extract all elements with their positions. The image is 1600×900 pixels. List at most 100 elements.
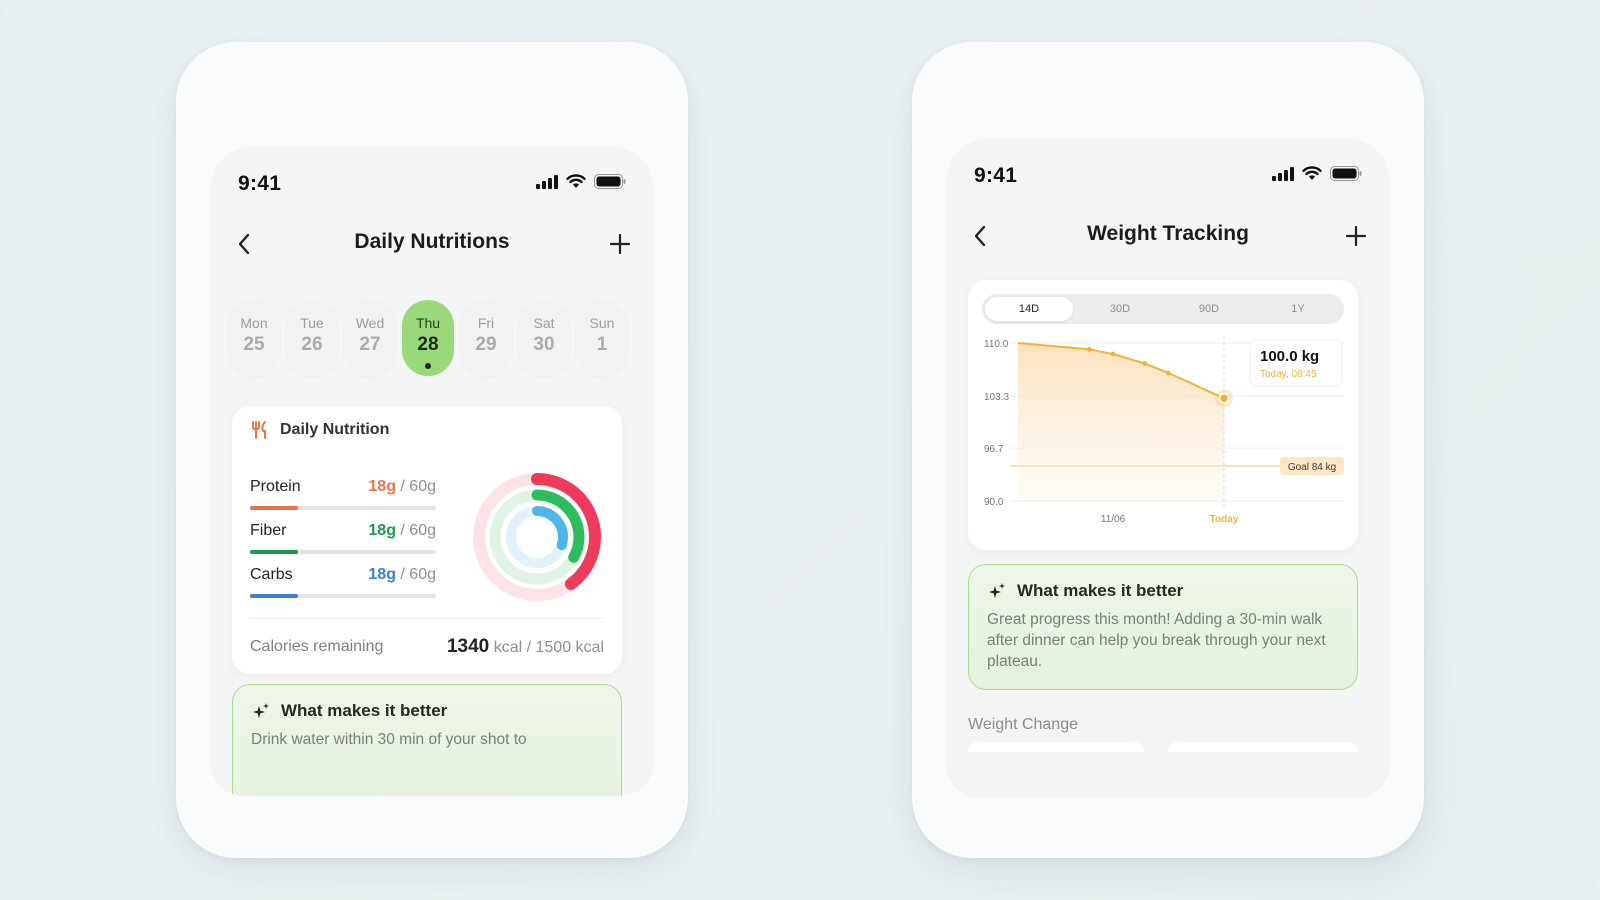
- sparkles-icon: [989, 583, 1005, 598]
- selected-dot: [425, 363, 431, 369]
- day-number: 30: [533, 334, 555, 355]
- current-point[interactable]: [1218, 393, 1230, 404]
- tooltip-time: Today, 08:45: [1260, 369, 1317, 380]
- day-number: 28: [417, 334, 439, 355]
- day-name: Tue: [300, 315, 324, 331]
- macro-goal: / 60g: [395, 522, 436, 539]
- day-name: Thu: [415, 315, 441, 331]
- data-point[interactable]: [1142, 361, 1148, 366]
- wifi-icon: [1302, 166, 1322, 180]
- day-pill[interactable]: Fri 29: [460, 300, 512, 376]
- calories-value: 1340 kcal / 1500 kcal: [447, 636, 604, 658]
- battery-icon: [1330, 166, 1362, 181]
- data-point[interactable]: [1086, 346, 1092, 352]
- tip-title: What makes it better: [1017, 581, 1184, 600]
- page-title: Weight Tracking: [1087, 222, 1249, 245]
- day-name: Mon: [240, 315, 268, 331]
- progress-fill: [250, 550, 299, 554]
- day-number: 26: [301, 334, 323, 355]
- calories-total: kcal / 1500 kcal: [489, 639, 604, 656]
- add-button[interactable]: [1340, 220, 1372, 252]
- add-button[interactable]: [604, 228, 636, 260]
- nav-bar: Daily Nutritions: [210, 222, 654, 266]
- status-time: 9:41: [238, 172, 282, 195]
- status-icons: [1272, 166, 1362, 181]
- tooltip-value: 100.0 kg: [1260, 348, 1319, 365]
- screen: 9:41: [946, 138, 1390, 798]
- tip-header: What makes it better: [251, 701, 447, 721]
- day-name: Sun: [589, 315, 615, 331]
- macro-name: Fiber: [250, 522, 287, 539]
- day-name: Sat: [533, 315, 555, 331]
- week-day-selector: Mon 25 Tue 26 Wed 27 Thu 28 Fri 29 Sat 30 Sun 1: [228, 300, 628, 376]
- sparkles-icon: [253, 703, 269, 718]
- x-tick-label: 11/06: [1101, 514, 1126, 525]
- day-pill[interactable]: Sun 1: [576, 300, 628, 376]
- wifi-icon: [566, 174, 586, 188]
- status-time: 9:41: [974, 164, 1018, 187]
- macro-value: 18g / 60g: [368, 478, 436, 496]
- plus-icon: [609, 233, 631, 255]
- weight-chart-card: 14D 30D 90D 1Y 110.0 103.3 96.7 90.0 11/06 To…: [968, 280, 1358, 550]
- y-tick-label: 90.0: [984, 497, 1004, 508]
- nav-bar: Weight Tracking: [946, 214, 1390, 258]
- divider: [250, 618, 604, 619]
- battery-icon: [594, 174, 626, 189]
- status-bar: 9:41: [946, 138, 1390, 208]
- goal-label: Goal 84 kg: [1288, 462, 1336, 473]
- day-pill[interactable]: Wed 27: [344, 300, 396, 376]
- tip-title: What makes it better: [281, 701, 448, 720]
- progress-track: [250, 550, 436, 554]
- weight-line-chart[interactable]: 110.0 103.3 96.7 90.0 11/06 Today 100.0 kg Toda…: [968, 280, 1358, 550]
- y-tick-label: 103.3: [984, 392, 1009, 403]
- x-tick-label: Today: [1210, 514, 1239, 525]
- day-pill[interactable]: Sat 30: [518, 300, 570, 376]
- data-point[interactable]: [1110, 351, 1116, 357]
- card-title: Daily Nutrition: [280, 421, 390, 438]
- phone-daily-nutritions: 9:41 Daily Nutritions Mon 25 Tue 26 Wed …: [176, 42, 688, 858]
- tip-header: What makes it better: [987, 581, 1183, 601]
- card-header: Daily Nutrition: [250, 420, 389, 440]
- screen: 9:41: [210, 146, 654, 796]
- signal-icon: [536, 174, 558, 189]
- macro-value: 18g / 60g: [368, 522, 436, 540]
- macro-amount: 18g: [368, 566, 396, 583]
- y-tick-label: 96.7: [984, 444, 1004, 455]
- fork-knife-icon: [252, 421, 266, 439]
- day-name: Wed: [355, 315, 385, 331]
- daily-nutrition-card[interactable]: Daily Nutrition Protein 18g / 60g Fiber …: [232, 406, 622, 674]
- calories-remaining-number: 1340: [446, 636, 490, 657]
- area-fill: [1018, 343, 1224, 501]
- progress-fill: [250, 506, 299, 510]
- data-point[interactable]: [1166, 370, 1171, 376]
- tip-card[interactable]: What makes it better Great progress this…: [968, 564, 1358, 690]
- day-pill-selected[interactable]: Thu 28: [402, 300, 454, 376]
- plus-icon: [1345, 225, 1367, 247]
- calories-label: Calories remaining: [250, 638, 384, 655]
- progress-track: [250, 594, 436, 598]
- macro-goal: / 60g: [395, 478, 436, 495]
- macro-value: 18g / 60g: [368, 566, 436, 584]
- day-number: 27: [359, 334, 381, 355]
- day-pill[interactable]: Mon 25: [228, 300, 280, 376]
- progress-track: [250, 506, 436, 510]
- phone-weight-tracking: 9:41 Weight Tracking 14D 30D 90D 1Y 110.…: [912, 42, 1424, 858]
- day-number: 29: [475, 334, 497, 355]
- y-tick-label: 110.0: [984, 339, 1009, 350]
- day-number: 1: [596, 334, 608, 355]
- macro-goal: / 60g: [395, 566, 436, 583]
- tip-text: Great progress this month! Adding a 30-m…: [987, 611, 1326, 670]
- day-pill[interactable]: Tue 26: [286, 300, 338, 376]
- status-icons: [536, 174, 626, 189]
- tip-card[interactable]: What makes it better Drink water within …: [232, 684, 622, 796]
- macro-name: Carbs: [250, 566, 293, 583]
- day-name: Fri: [477, 315, 495, 331]
- weight-change-card-left: [968, 742, 1144, 752]
- activity-rings: [473, 473, 601, 601]
- weight-change-label: Weight Change: [968, 716, 1078, 733]
- macro-amount: 18g: [368, 478, 396, 495]
- page-title: Daily Nutritions: [354, 230, 510, 253]
- weight-change-card-right: [1168, 742, 1358, 752]
- tip-text: Drink water within 30 min of your shot t…: [251, 731, 527, 748]
- status-bar: 9:41: [210, 146, 654, 216]
